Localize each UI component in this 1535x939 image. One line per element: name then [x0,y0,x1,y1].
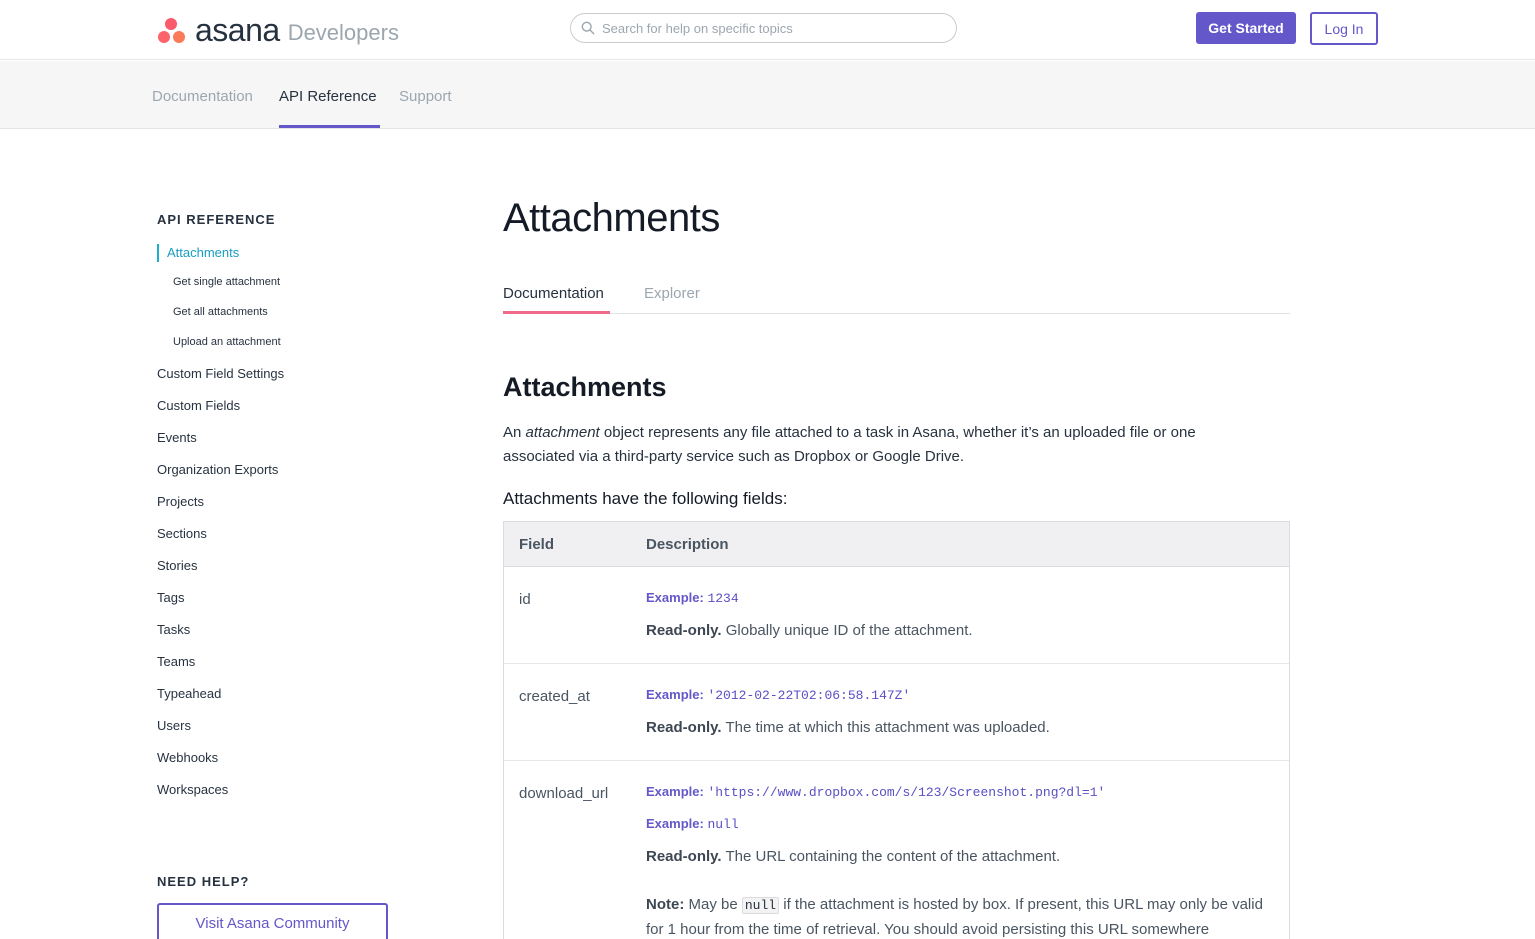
need-help-heading: NEED HELP? [157,874,250,889]
field-description: Read-only. The time at which this attach… [646,719,1050,736]
tabs-divider [503,313,1290,314]
field-example: Example: '2012-02-22T02:06:58.147Z' [646,687,911,703]
logo-subtitle: Developers [287,20,399,45]
column-header-description: Description [646,536,729,553]
sidebar-item-typeahead[interactable]: Typeahead [157,686,221,701]
sidebar-item-tags[interactable]: Tags [157,590,184,605]
field-description: Read-only. The URL containing the conten… [646,848,1061,865]
field-note: Note: May be null if the attachment is h… [646,896,1263,938]
sidebar-item-organization-exports[interactable]: Organization Exports [157,462,278,477]
nav-support[interactable]: Support [399,88,452,105]
row-divider [504,663,1289,664]
search-box[interactable] [570,13,957,43]
sidebar-subitem-upload-attachment[interactable]: Upload an attachment [173,336,281,348]
field-example: Example: 1234 [646,590,739,606]
tab-explorer[interactable]: Explorer [644,285,700,302]
nav-active-indicator [279,125,380,128]
get-started-button[interactable]: Get Started [1196,12,1296,44]
nav-api-reference[interactable]: API Reference [279,88,377,105]
page-title: Attachments [503,196,720,240]
sidebar-item-attachments[interactable]: Attachments [157,244,239,262]
sidebar-item-teams[interactable]: Teams [157,654,195,669]
sidebar-item-users[interactable]: Users [157,718,191,733]
sidebar-item-events[interactable]: Events [157,430,197,445]
tab-active-indicator [503,311,610,314]
field-description: Read-only. Globally unique ID of the att… [646,622,973,639]
nav-documentation[interactable]: Documentation [152,88,253,105]
field-name: download_url [519,785,609,802]
inline-code: null [741,897,780,914]
column-header-field: Field [519,536,555,553]
tab-documentation[interactable]: Documentation [503,285,604,302]
sidebar-subitem-get-single-attachment[interactable]: Get single attachment [173,276,280,288]
row-divider [504,760,1289,761]
section-title: Attachments [503,372,667,402]
fields-table: Field Description id Example: 1234 Read-… [503,521,1290,939]
top-header: asana Developers Get Started Log In [0,0,1535,60]
sidebar-item-workspaces[interactable]: Workspaces [157,782,228,797]
intro-paragraph: An attachment object represents any file… [503,424,1196,465]
sidebar-heading: API REFERENCE [157,212,276,227]
table-header: Field Description [504,522,1289,567]
sidebar-item-stories[interactable]: Stories [157,558,197,573]
sidebar-item-tasks[interactable]: Tasks [157,622,190,637]
sidebar-item-custom-field-settings[interactable]: Custom Field Settings [157,366,284,381]
search-input[interactable] [602,20,932,36]
field-example: Example: null [646,816,739,832]
visit-community-button[interactable]: Visit Asana Community [157,903,388,939]
login-button[interactable]: Log In [1310,12,1378,45]
asana-developers-logo[interactable]: asana Developers [157,14,399,46]
field-name: created_at [519,688,590,705]
sidebar-item-projects[interactable]: Projects [157,494,204,509]
secondary-nav: Documentation API Reference Support [0,61,1535,129]
logo-wordmark: asana [195,12,280,48]
intro-emphasis: attachment [525,424,600,441]
field-name: id [519,591,531,608]
sidebar-item-webhooks[interactable]: Webhooks [157,750,218,765]
sidebar-item-sections[interactable]: Sections [157,526,207,541]
fields-heading: Attachments have the following fields: [503,489,788,508]
sidebar-item-custom-fields[interactable]: Custom Fields [157,398,240,413]
search-icon [581,21,595,35]
sidebar-subitem-get-all-attachments[interactable]: Get all attachments [173,306,268,318]
field-example: Example: 'https://www.dropbox.com/s/123/… [646,784,1106,800]
asana-dots-icon [157,15,187,45]
